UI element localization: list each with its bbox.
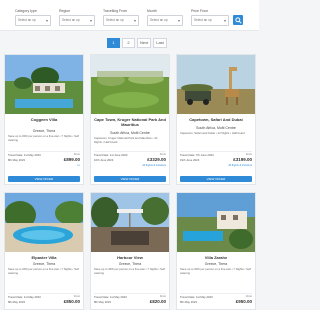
last-page-button[interactable]: Last [153, 38, 167, 48]
price-label: From [245, 295, 252, 298]
offer-card[interactable]: Villa Zarahe Greece, Thera Save up to 30… [176, 192, 256, 310]
offer-title: Coggeen Villa [30, 117, 58, 122]
divider [94, 293, 166, 294]
price-label: From [73, 295, 80, 298]
page: Category type Select an op Region Select… [0, 0, 259, 310]
price-label: From [159, 153, 166, 156]
view-offer-button[interactable]: VIEW OFFER [180, 176, 252, 182]
filter-region[interactable]: Region Select an op [59, 9, 95, 28]
offer-image [177, 55, 255, 114]
filter-select[interactable]: Select an op [59, 15, 95, 26]
divider [180, 293, 252, 294]
divider [8, 293, 80, 294]
offer-price: £3199.00 [233, 157, 252, 162]
offer-location: Greece, Thera [32, 129, 56, 133]
next-page-button[interactable]: Next [137, 38, 152, 48]
offer-description: Save up to 30% per person on a five-star… [8, 267, 79, 275]
price-label: From [245, 153, 252, 156]
offer-image [177, 193, 255, 252]
filter-select[interactable]: Select an op [147, 15, 183, 26]
filter-bar: Category type Select an op Region Select… [0, 0, 259, 31]
offer-extras: ••• [77, 164, 80, 167]
offer-price: £3329.00 [147, 157, 166, 162]
filter-travelling-from[interactable]: Travelling From Select an op [103, 9, 139, 28]
price-label: From [159, 295, 166, 298]
page-1-button[interactable]: 1 [107, 38, 120, 48]
divider [8, 151, 80, 152]
filter-label: Travelling From [103, 9, 128, 13]
offer-location: South Africa, Multi Centre [196, 126, 236, 130]
search-icon [234, 16, 242, 24]
offer-title: Villa Zarahe [204, 255, 228, 260]
offer-image [91, 193, 169, 252]
offer-image [5, 193, 83, 252]
filter-month[interactable]: Month Select an op [147, 9, 183, 28]
search-button[interactable] [233, 15, 243, 25]
page-2-button[interactable]: 2 [122, 38, 135, 48]
offer-location: Greece, Thera [32, 262, 56, 266]
filter-select[interactable]: Select an op [15, 15, 51, 26]
offer-title: Harbour View [117, 255, 143, 260]
offer-title: Elpaster Villa [31, 255, 57, 260]
offer-description: Save up to 30% per person on a five-star… [180, 267, 251, 275]
offer-card[interactable]: Cape Town, Kruger National Park And Maur… [90, 54, 170, 185]
filter-label: Price From [191, 9, 209, 13]
offer-title: Cape Town, Kruger National Park And Maur… [94, 117, 166, 127]
offer-description: Capetown, Safari and Dubai • 12 Nights •… [180, 131, 245, 135]
offer-image [91, 55, 169, 114]
offer-title: Capetown, Safari And Dubai [189, 117, 243, 122]
offer-card[interactable]: Capetown, Safari And Dubai South Africa,… [176, 54, 256, 185]
filter-label: Category type [15, 9, 37, 13]
view-offer-button[interactable]: VIEW OFFER [8, 176, 80, 182]
filter-category[interactable]: Category type Select an op [15, 9, 51, 28]
filter-label: Month [147, 9, 157, 13]
offer-price: £899.00 [63, 157, 80, 162]
offer-location: Greece, Thera [204, 262, 228, 266]
offer-extras: All flights & transfers [142, 164, 166, 167]
offer-image [5, 55, 83, 114]
offer-price: £850.00 [63, 299, 80, 304]
offer-card[interactable]: Coggeen Villa Greece, Thera Save up to 3… [4, 54, 84, 185]
offer-description: Capetown, Kruger National Park and Mauri… [94, 136, 158, 144]
divider [180, 151, 252, 152]
offer-description: Save up to 30% per person on a five-star… [8, 134, 79, 142]
filter-label: Region [59, 9, 71, 13]
offer-location: South Africa, Multi Centre [110, 131, 150, 135]
offer-card[interactable]: Harbour View Greece, Thera Save up to 30… [90, 192, 170, 310]
price-label: From [73, 153, 80, 156]
view-offer-button[interactable]: VIEW OFFER [94, 176, 166, 182]
filter-select[interactable]: Select an op [103, 15, 139, 26]
offer-description: Save up to 30% per person on a five-star… [94, 267, 165, 275]
filter-price-from[interactable]: Price From Select an op [191, 9, 229, 28]
offer-card[interactable]: Elpaster Villa Greece, Thera Save up to … [4, 192, 84, 310]
offer-price: £820.00 [149, 299, 166, 304]
offer-price: £950.00 [235, 299, 252, 304]
filter-select[interactable]: Select an op [191, 15, 229, 26]
pagination: 1 2 Next Last [107, 38, 167, 48]
divider [94, 151, 166, 152]
offer-extras: All flights & transfers [228, 164, 252, 167]
offer-location: Greece, Thera [118, 262, 142, 266]
